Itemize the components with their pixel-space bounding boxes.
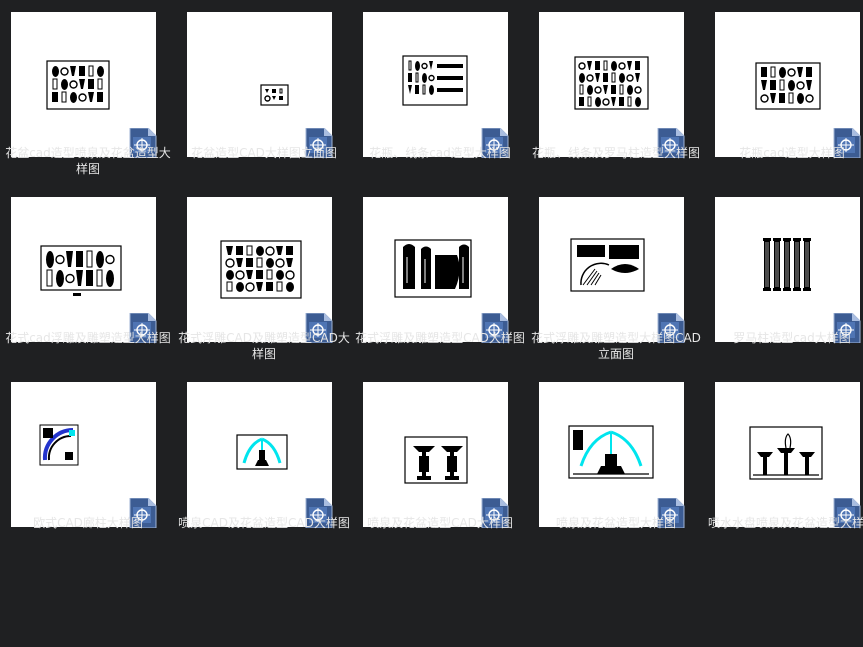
- file-item[interactable]: 花瓶、线条及罗马柱造型大样图: [528, 0, 704, 185]
- file-name-label: 喷水水盘喷泉及花盆造型大样图: [707, 516, 863, 530]
- file-name-label: 喷泉及花盆造型大样图: [555, 516, 676, 530]
- file-item[interactable]: 喷泉CAD及花盆造型CAD大样图: [176, 370, 352, 555]
- file-thumbnail[interactable]: [187, 382, 333, 529]
- file-item[interactable]: 罗马柱造型cad大样图: [704, 185, 863, 370]
- file-name-label: 欧式CAD廊柱大样图: [33, 516, 143, 530]
- file-name-label: 花盆造型CAD大样图立面图: [191, 146, 337, 160]
- file-name-label: 花瓶cad造型大样图: [739, 146, 845, 160]
- file-thumbnail[interactable]: [363, 197, 509, 344]
- file-thumbnail[interactable]: [539, 382, 685, 529]
- file-name-label: 花式浮雕CAD及雕塑造型CAD大样图: [178, 331, 350, 361]
- file-name-label: 喷泉CAD及花盆造型CAD大样图: [178, 516, 350, 530]
- file-name-label: 花式cad浮雕及雕塑造型大样图: [5, 331, 171, 345]
- file-thumbnail[interactable]: [11, 12, 157, 159]
- file-item[interactable]: 花式浮雕及雕塑造型CAD大样图: [352, 185, 528, 370]
- file-thumbnail[interactable]: [11, 382, 157, 529]
- file-name-label: 花瓶、线条及罗马柱造型大样图: [531, 146, 700, 160]
- file-thumbnail[interactable]: [715, 382, 861, 529]
- file-item[interactable]: 欧式CAD廊柱大样图: [0, 370, 176, 555]
- file-item[interactable]: 喷泉及花盆造型CAD大样图: [352, 370, 528, 555]
- file-thumbnail[interactable]: [715, 197, 861, 344]
- file-item[interactable]: 花瓶、线条cad造型大样图: [352, 0, 528, 185]
- file-name-label: 花式浮雕及雕塑造型大样图CAD立面图: [531, 331, 701, 361]
- file-name-label: 花盆cad造型喷泉及花盆造型大样图: [5, 146, 171, 176]
- file-name-label: 花式浮雕及雕塑造型CAD大样图: [355, 331, 525, 345]
- file-item[interactable]: 花盆造型CAD大样图立面图: [176, 0, 352, 185]
- file-thumbnail[interactable]: [539, 12, 685, 159]
- file-thumbnail[interactable]: [363, 382, 509, 529]
- file-thumbnail[interactable]: [539, 197, 685, 344]
- file-name-label: 花瓶、线条cad造型大样图: [369, 146, 511, 160]
- file-item[interactable]: 喷水水盘喷泉及花盆造型大样图: [704, 370, 863, 555]
- file-grid: 花盆cad造型喷泉及花盆造型大样图 花盆造型CAD大样图立面图 花瓶、线条cad…: [0, 0, 863, 647]
- file-thumbnail[interactable]: [11, 197, 157, 344]
- file-thumbnail[interactable]: [715, 12, 861, 159]
- file-item[interactable]: 花式cad浮雕及雕塑造型大样图: [0, 185, 176, 370]
- file-name-label: 罗马柱造型cad大样图: [733, 331, 851, 345]
- file-thumbnail[interactable]: [187, 12, 333, 159]
- file-item[interactable]: 喷泉及花盆造型大样图: [528, 370, 704, 555]
- file-thumbnail[interactable]: [187, 197, 333, 344]
- file-item[interactable]: 花盆cad造型喷泉及花盆造型大样图: [0, 0, 176, 185]
- file-thumbnail[interactable]: [363, 12, 509, 159]
- file-name-label: 喷泉及花盆造型CAD大样图: [367, 516, 513, 530]
- file-item[interactable]: 花瓶cad造型大样图: [704, 0, 863, 185]
- file-item[interactable]: 花式浮雕及雕塑造型大样图CAD立面图: [528, 185, 704, 370]
- file-item[interactable]: 花式浮雕CAD及雕塑造型CAD大样图: [176, 185, 352, 370]
